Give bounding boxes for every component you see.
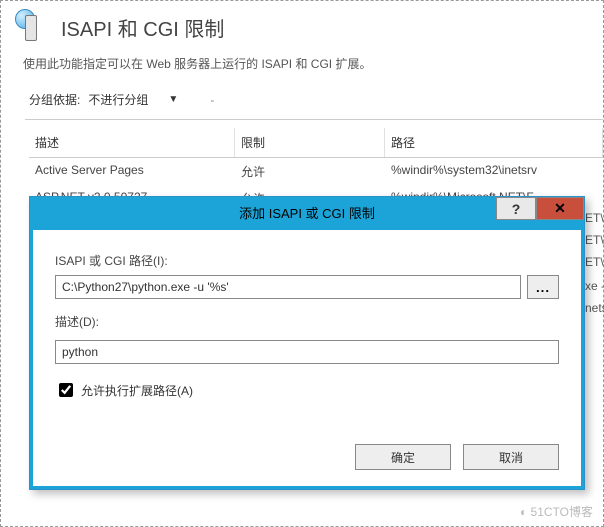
cell-description: Active Server Pages	[29, 161, 235, 182]
ok-button[interactable]: 确定	[355, 444, 451, 470]
watermark: ◐ 51CTO博客	[520, 503, 593, 520]
path-input[interactable]	[55, 275, 521, 299]
obscured-text: xe -u	[585, 279, 604, 293]
watermark-text: 51CTO博客	[531, 505, 593, 519]
toolbar-separator	[196, 93, 214, 107]
obscured-text: ET\F	[585, 211, 604, 225]
add-restriction-dialog: 添加 ISAPI 或 CGI 限制 ? ✕ ISAPI 或 CGI 路径(I):…	[29, 196, 585, 490]
obscured-text: ET\F	[585, 255, 604, 269]
cancel-button[interactable]: 取消	[463, 444, 559, 470]
col-header-path[interactable]: 路径	[385, 128, 603, 157]
table-row[interactable]: Active Server Pages 允许 %windir%\system32…	[29, 158, 603, 185]
browse-button[interactable]: ...	[527, 275, 559, 299]
description-input[interactable]	[55, 340, 559, 364]
allow-exec-checkbox[interactable]	[59, 383, 73, 397]
separator	[25, 119, 603, 120]
table-header: 描述 限制 路径	[29, 128, 603, 158]
description-label: 描述(D):	[55, 313, 559, 330]
col-header-restriction[interactable]: 限制	[235, 128, 385, 157]
col-header-description[interactable]: 描述	[29, 128, 235, 157]
group-by-label: 分组依据:	[29, 91, 80, 108]
page-description: 使用此功能指定可以在 Web 服务器上运行的 ISAPI 和 CGI 扩展。	[1, 51, 603, 86]
page-title: ISAPI 和 CGI 限制	[61, 13, 224, 42]
dialog-titlebar[interactable]: 添加 ISAPI 或 CGI 限制 ? ✕	[30, 197, 584, 227]
feature-icon	[15, 9, 51, 45]
obscured-text: netsrv	[585, 301, 604, 315]
obscured-text: ET\F	[585, 233, 604, 247]
close-button[interactable]: ✕	[536, 197, 584, 220]
group-by-value: 不进行分组	[88, 91, 148, 108]
watermark-icon: ◐	[520, 505, 527, 519]
cell-restriction: 允许	[235, 161, 385, 182]
cell-path: %windir%\system32\inetsrv	[385, 161, 603, 182]
path-label: ISAPI 或 CGI 路径(I):	[55, 252, 559, 269]
group-by-combo[interactable]: 不进行分组 ▼	[86, 90, 196, 109]
help-button[interactable]: ?	[496, 197, 536, 220]
chevron-down-icon: ▼	[168, 94, 178, 105]
allow-exec-label: 允许执行扩展路径(A)	[81, 382, 193, 399]
